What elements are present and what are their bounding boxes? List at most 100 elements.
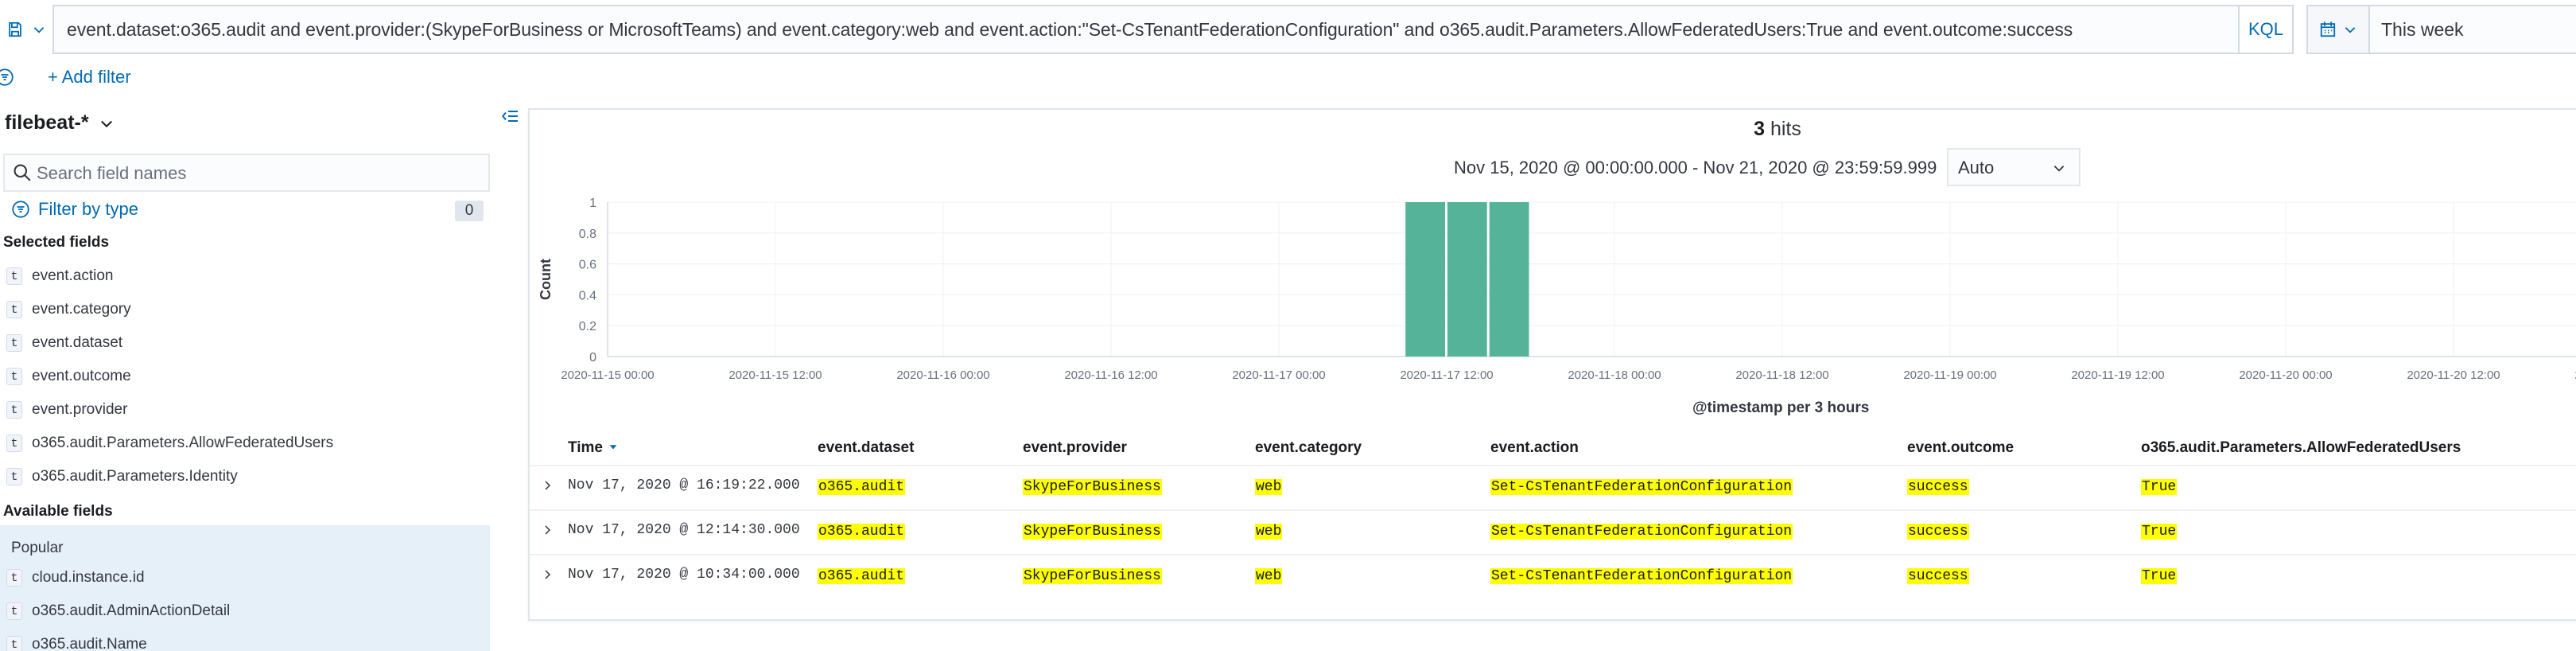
field-name: cloud.instance.id (32, 569, 145, 586)
column-header-label: event.dataset (818, 439, 915, 456)
highlighted-value: o365.audit (818, 568, 906, 584)
discover-main-panel: 3 hits Nov 15, 2020 @ 00:00:00.000 - Nov… (528, 108, 2576, 621)
field-name: o365.audit.Name (32, 636, 147, 651)
field-item[interactable]: t o365.audit.Parameters.AllowFederatedUse… (6, 429, 333, 458)
table-cell: success (1907, 478, 1969, 495)
field-item[interactable]: t o365.audit.AdminActionDetail (6, 597, 230, 626)
chevron-down-icon (2345, 27, 2356, 33)
search-icon (14, 164, 31, 181)
add-filter-button[interactable]: + Add filter (48, 67, 131, 88)
field-item[interactable]: t event.outcome (6, 362, 131, 391)
table-cell: o365.audit (818, 567, 906, 584)
field-item[interactable]: t event.dataset (6, 329, 122, 357)
table-cell: web (1255, 522, 1283, 540)
filter-options-button[interactable] (0, 64, 14, 91)
calendar-icon (2320, 21, 2336, 37)
field-name: event.category (32, 301, 131, 318)
table-cell: web (1255, 567, 1283, 584)
field-item[interactable]: t o365.audit.Name (6, 630, 147, 651)
column-header-label: event.action (1490, 439, 1579, 456)
hits-count: 3 (1754, 118, 1766, 140)
column-header[interactable]: event.category (1255, 439, 1362, 457)
y-tick-label: 0.8 (579, 228, 596, 241)
y-tick-label: 0.2 (579, 320, 596, 333)
query-input[interactable]: event.dataset:o365.audit and event.provi… (54, 5, 2240, 54)
column-header[interactable]: event.outcome (1907, 439, 2014, 457)
index-pattern-selector[interactable]: filebeat-* (5, 111, 115, 134)
field-item[interactable]: t event.action (6, 262, 113, 290)
date-picker[interactable]: This week (2306, 5, 2576, 54)
query-text[interactable]: event.dataset:o365.audit and event.provi… (67, 19, 2073, 41)
field-item[interactable]: t cloud.instance.id (6, 563, 145, 592)
saved-query-button[interactable] (0, 5, 54, 54)
expand-row-icon[interactable] (541, 524, 554, 536)
date-range-text[interactable]: This week (2381, 19, 2464, 41)
x-tick-label: 2020-11-16 00:00 (896, 368, 989, 382)
field-search (3, 154, 490, 192)
interval-select[interactable]: Auto (1947, 148, 2081, 186)
time-range-label: Nov 15, 2020 @ 00:00:00.000 - Nov 21, 20… (1454, 158, 1937, 177)
table-cell: True (2141, 567, 2178, 584)
table-cell: success (1907, 567, 1969, 584)
highlighted-value: Set-CsTenantFederationConfiguration (1490, 524, 1793, 540)
string-type-icon: t (6, 468, 22, 485)
timestamp-value: Nov 17, 2020 @ 16:19:22.000 (568, 478, 800, 493)
timestamp-value: Nov 17, 2020 @ 12:14:30.000 (568, 522, 800, 538)
table-cell: Nov 17, 2020 @ 16:19:22.000 (568, 478, 800, 493)
string-type-icon: t (6, 435, 22, 452)
x-tick-label: 2020-11-18 12:00 (1735, 368, 1828, 382)
query-bar: event.dataset:o365.audit and event.provi… (0, 5, 2576, 54)
string-type-icon: t (6, 334, 22, 352)
y-tick-label: 0.6 (579, 259, 596, 272)
column-header[interactable]: o365.audit.Parameters.AllowFederatedUser… (2141, 439, 2461, 457)
interval-value: Auto (1958, 158, 1995, 177)
column-header-label: event.outcome (1907, 439, 2015, 456)
selected-fields-title: Selected fields (3, 234, 110, 251)
column-header[interactable]: event.dataset (818, 439, 914, 457)
column-header-label: event.provider (1023, 439, 1127, 456)
highlighted-value: True (2141, 568, 2178, 584)
filter-options-icon (0, 68, 14, 86)
chevron-down-icon (33, 27, 45, 33)
search-field-names-input[interactable] (37, 162, 482, 185)
table-cell: Set-CsTenantFederationConfiguration (1490, 522, 1793, 540)
highlighted-value: Set-CsTenantFederationConfiguration (1490, 479, 1793, 495)
y-tick-label: 0 (589, 351, 596, 364)
field-item[interactable]: t event.provider (6, 396, 127, 424)
expand-row-icon[interactable] (541, 568, 554, 581)
table-cell: o365.audit (818, 478, 906, 495)
x-tick-label: 2020-11-20 00:00 (2239, 368, 2332, 382)
column-header-label: event.category (1255, 439, 1362, 456)
table-cell: web (1255, 478, 1283, 495)
highlighted-value: SkypeForBusiness (1023, 524, 1162, 540)
highlighted-value: web (1255, 479, 1283, 495)
highlighted-value: success (1907, 568, 1969, 584)
field-item[interactable]: t o365.audit.Parameters.Identity (6, 462, 238, 491)
column-header[interactable]: Time (568, 439, 619, 457)
table-cell: True (2141, 522, 2178, 540)
collapse-sidebar-button[interactable] (501, 107, 520, 130)
highlighted-value: Set-CsTenantFederationConfiguration (1490, 568, 1793, 584)
query-language-button[interactable]: KQL (2240, 5, 2294, 54)
x-tick-label: 2020-11-17 00:00 (1232, 368, 1325, 382)
highlighted-value: success (1907, 524, 1969, 540)
filter-by-type-button[interactable]: Filter by type (11, 199, 138, 220)
highlighted-value: SkypeForBusiness (1023, 479, 1162, 495)
field-item[interactable]: t event.category (6, 295, 131, 324)
highlighted-value: web (1255, 524, 1283, 540)
table-cell: SkypeForBusiness (1023, 478, 1162, 495)
table-cell: Nov 17, 2020 @ 12:14:30.000 (568, 522, 800, 538)
chevron-down-icon (2053, 166, 2065, 172)
table-row: Nov 17, 2020 @ 12:14:30.000 o365.audit Sky… (530, 509, 2576, 554)
histogram-bar (1405, 202, 1445, 357)
table-cell: Nov 17, 2020 @ 10:34:00.000 (568, 567, 800, 583)
x-tick-label: 2020-11-16 12:00 (1064, 368, 1157, 382)
expand-row-icon[interactable] (541, 479, 554, 492)
quick-menu-button[interactable] (2308, 6, 2370, 53)
string-type-icon: t (6, 368, 22, 385)
column-header[interactable]: event.provider (1023, 439, 1127, 457)
highlighted-value: web (1255, 568, 1283, 584)
histogram-chart: 0 0.2 0.4 0.6 0.8 1 2020-11-15 00:00 2020-11-15… (538, 197, 2576, 382)
sort-descending-icon[interactable] (608, 441, 619, 452)
column-header[interactable]: event.action (1490, 439, 1579, 457)
